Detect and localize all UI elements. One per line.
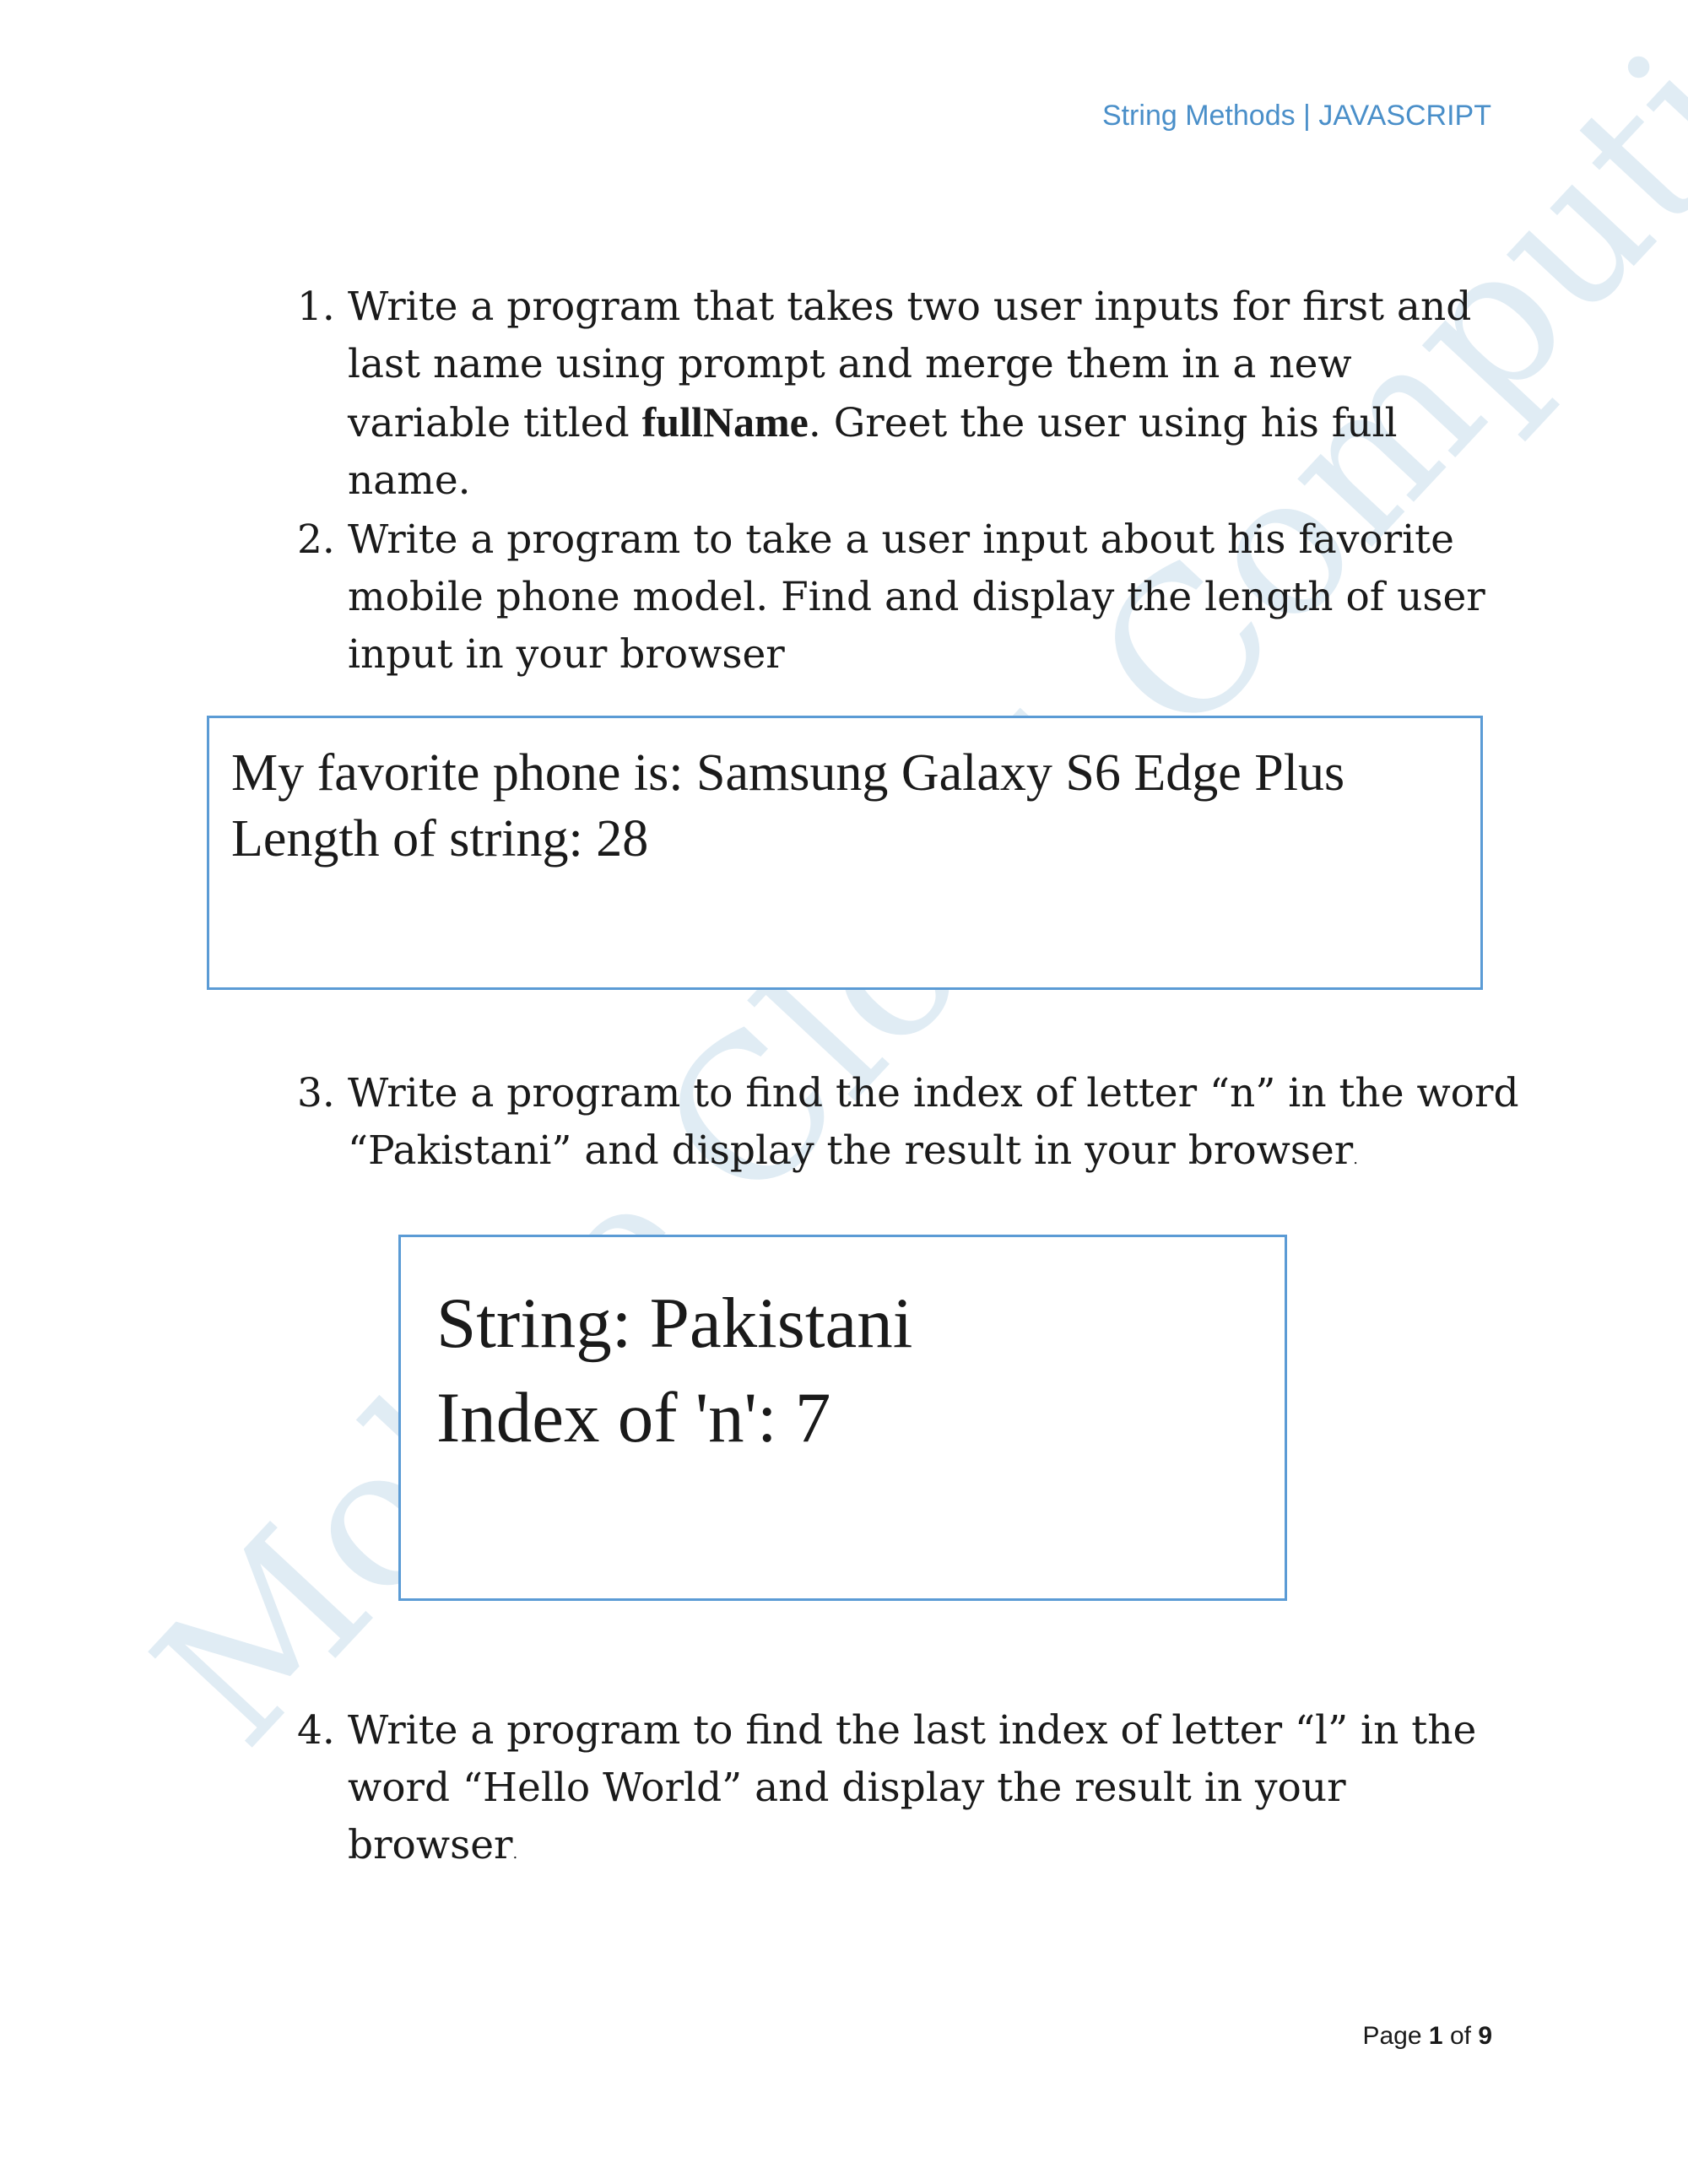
of-label: of [1449,2022,1471,2050]
output-line: My favorite phone is: Samsung Galaxy S6 … [231,744,1345,802]
question-text: Write a program to find the last index o… [348,1707,1477,1868]
output-line: String: Pakistani [436,1284,913,1363]
question-text: Write a program to find the index of let… [348,1070,1519,1174]
question-2: 2. Write a program to take a user input … [297,511,1521,684]
variable-name: fullName [641,398,809,446]
current-page: 1 [1428,2022,1443,2050]
question-number: 3. [297,1070,335,1116]
page-footer: Page 1 of 9 [1362,2022,1492,2051]
question-text: Write a program to take a user input abo… [348,516,1485,678]
output-line: Length of string: 28 [231,810,649,868]
question-number: 4. [297,1707,335,1754]
question-text: Write a program that takes two user inpu… [348,284,1472,504]
page-label: Page [1362,2022,1422,2050]
total-pages: 9 [1478,2022,1492,2050]
question-1: 1. Write a program that takes two user i… [297,278,1521,510]
output-box-index: String: Pakistani Index of 'n': 7 [398,1235,1287,1601]
question-4: 4. Write a program to find the last inde… [297,1702,1521,1883]
question-number: 2. [297,516,335,563]
question-number: 1. [297,284,335,330]
question-3: 3. Write a program to find the index of … [297,1065,1521,1188]
page-header: String Methods | JAVASCRIPT [1101,100,1491,132]
output-box-phone: My favorite phone is: Samsung Galaxy S6 … [207,716,1483,990]
output-line: Index of 'n': 7 [436,1378,831,1457]
